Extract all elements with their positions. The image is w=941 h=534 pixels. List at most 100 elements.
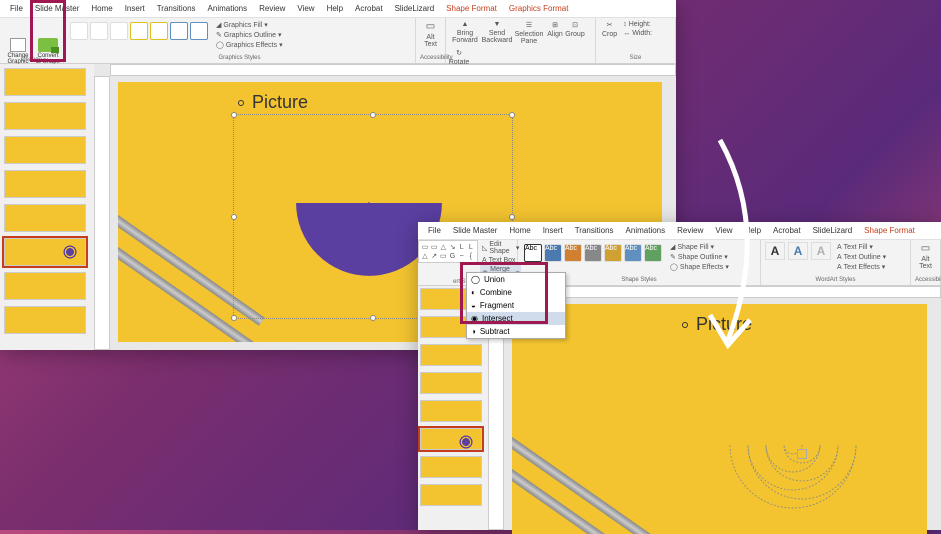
menu-shape-format[interactable]: Shape Format (440, 2, 503, 15)
menu-home[interactable]: Home (85, 2, 118, 15)
menu2-file[interactable]: File (422, 224, 447, 237)
merge-subtract[interactable]: ◑Subtract (467, 325, 565, 338)
ruler-horizontal-2 (504, 286, 941, 298)
menu-slidelizard[interactable]: SlideLizard (389, 2, 441, 15)
menu2-help[interactable]: Help (739, 224, 767, 237)
shape-fill-button[interactable]: ◢Shape Fill ▾ (668, 242, 731, 252)
send-backward-button[interactable]: ▼Send Backward (482, 20, 512, 46)
rotate-icon: ↻ (456, 49, 462, 57)
text-fill-button[interactable]: AText Fill ▾ (835, 242, 888, 252)
menu2-insert[interactable]: Insert (537, 224, 569, 237)
align-button[interactable]: ⊞Align (546, 20, 564, 46)
alt-text-button[interactable]: ▭ Alt Text (420, 20, 441, 49)
union-icon: ◯ (471, 275, 480, 284)
fragment-icon: ◒ (471, 301, 476, 310)
fill-icon: ◢ (216, 21, 221, 29)
ribbon-1: Change Graphic Convert to Shape Change ◢… (0, 18, 676, 64)
menu-acrobat[interactable]: Acrobat (349, 2, 389, 15)
fill-icon: ◢ (670, 243, 675, 251)
menu2-slidelizard[interactable]: SlideLizard (807, 224, 859, 237)
crop-icon: ✂ (607, 21, 613, 29)
merge-fragment[interactable]: ◒Fragment (467, 299, 565, 312)
group-label-acc-2: Accessibility (915, 277, 936, 283)
shape-effects-button[interactable]: ◯Shape Effects ▾ (668, 262, 731, 272)
graphics-styles-gallery[interactable] (68, 20, 210, 50)
menu-file[interactable]: File (4, 2, 29, 15)
slide-layouts-panel-1[interactable] (0, 64, 94, 350)
insert-shapes-grid[interactable]: ▭▭△↘LL △↗▭G~{ (418, 240, 478, 263)
menu-help[interactable]: Help (321, 2, 349, 15)
shape-styles-gallery[interactable]: Abc Abc Abc Abc Abc Abc Abc (522, 242, 664, 272)
menu-review[interactable]: Review (253, 2, 291, 15)
menu2-slide-master[interactable]: Slide Master (447, 224, 503, 237)
group-icon: ⊡ (572, 21, 578, 29)
subtract-icon: ◑ (471, 327, 476, 336)
group-label-styles: Graphics Styles (68, 55, 411, 61)
menu-insert[interactable]: Insert (119, 2, 151, 15)
menubar-2: File Slide Master Home Insert Transition… (418, 222, 941, 240)
outline-icon: ✎ (216, 31, 222, 39)
slide-2: Picture (512, 304, 927, 534)
crop-button[interactable]: ✂Crop (600, 20, 619, 39)
height-icon: ↕ (623, 21, 627, 28)
shape-outline-button[interactable]: ✎Shape Outline ▾ (668, 252, 731, 262)
merge-union[interactable]: ◯Union (467, 273, 565, 286)
ruler-vertical (94, 76, 110, 350)
menu2-transitions[interactable]: Transitions (569, 224, 620, 237)
outline-icon: ✎ (670, 253, 676, 261)
effects-icon: ◯ (216, 41, 224, 49)
edit-shape-icon: ◺ (482, 244, 487, 252)
intersect-icon: ◉ (471, 314, 478, 323)
edit-shape-button[interactable]: ◺Edit Shape ▾ (480, 240, 521, 256)
menu2-view[interactable]: View (709, 224, 738, 237)
wordart-gallery[interactable]: AAA (765, 242, 831, 272)
menu2-acrobat[interactable]: Acrobat (767, 224, 807, 237)
menu2-animations[interactable]: Animations (620, 224, 672, 237)
menu-view[interactable]: View (291, 2, 320, 15)
text-effects-icon: A (837, 264, 842, 271)
ribbon-2: ▭▭△↘LL △↗▭G~{ ◺Edit Shape ▾ AText Box ◉M… (418, 240, 941, 286)
menu-graphics-format[interactable]: Graphics Format (503, 2, 575, 15)
text-outline-button[interactable]: AText Outline ▾ (835, 252, 888, 262)
height-input[interactable]: ↕Height: (621, 20, 654, 29)
menu2-shape-format[interactable]: Shape Format (858, 224, 921, 237)
ruler-horizontal (110, 64, 676, 76)
text-outline-icon: A (837, 254, 842, 261)
picture-icon (10, 38, 26, 52)
selection-pane-button[interactable]: ☰Selection Pane (514, 20, 544, 46)
graphics-effects-button[interactable]: ◯Graphics Effects ▾ (214, 40, 285, 50)
combine-icon: ◐ (471, 288, 476, 297)
menu2-review[interactable]: Review (671, 224, 709, 237)
bullet-icon (238, 100, 244, 106)
menu-slide-master[interactable]: Slide Master (29, 2, 85, 15)
align-icon: ⊞ (552, 21, 558, 29)
group-label-acc: Accessibility (420, 55, 441, 61)
graphics-outline-button[interactable]: ✎Graphics Outline ▾ (214, 30, 285, 40)
title-placeholder-2[interactable]: Picture (682, 314, 752, 335)
title-placeholder-1[interactable]: Picture (238, 92, 308, 113)
bring-forward-button[interactable]: ▲Bring Forward (450, 20, 480, 46)
menu-transitions[interactable]: Transitions (151, 2, 202, 15)
width-input[interactable]: ↔Width: (621, 29, 654, 38)
merge-combine[interactable]: ◐Combine (467, 286, 565, 299)
width-icon: ↔ (623, 30, 630, 37)
text-effects-button[interactable]: AText Effects ▾ (835, 262, 888, 272)
group-label-change: Change (0, 57, 63, 63)
text-fill-icon: A (837, 244, 842, 251)
merge-shapes-dropdown: ◯Union ◐Combine ◒Fragment ◉Intersect ◑Su… (466, 272, 566, 339)
menu2-home[interactable]: Home (503, 224, 536, 237)
graphics-fill-button[interactable]: ◢Graphics Fill ▾ (214, 20, 285, 30)
spiral-outline-selected[interactable] (712, 364, 892, 534)
effects-icon: ◯ (670, 263, 678, 271)
move-handle-icon[interactable] (797, 449, 807, 459)
text-box-button[interactable]: AText Box (480, 256, 521, 265)
alt-text-button-2[interactable]: ▭ Alt Text (915, 242, 936, 271)
group-button[interactable]: ⊡Group (566, 20, 584, 46)
bullet-icon (682, 322, 688, 328)
pencil-graphic-3 (512, 425, 659, 534)
group-label-wordart: WordArt Styles (765, 277, 906, 283)
forward-icon: ▲ (462, 21, 469, 28)
menu-animations[interactable]: Animations (202, 2, 254, 15)
pane-icon: ☰ (526, 21, 532, 29)
merge-intersect[interactable]: ◉Intersect (467, 312, 565, 325)
